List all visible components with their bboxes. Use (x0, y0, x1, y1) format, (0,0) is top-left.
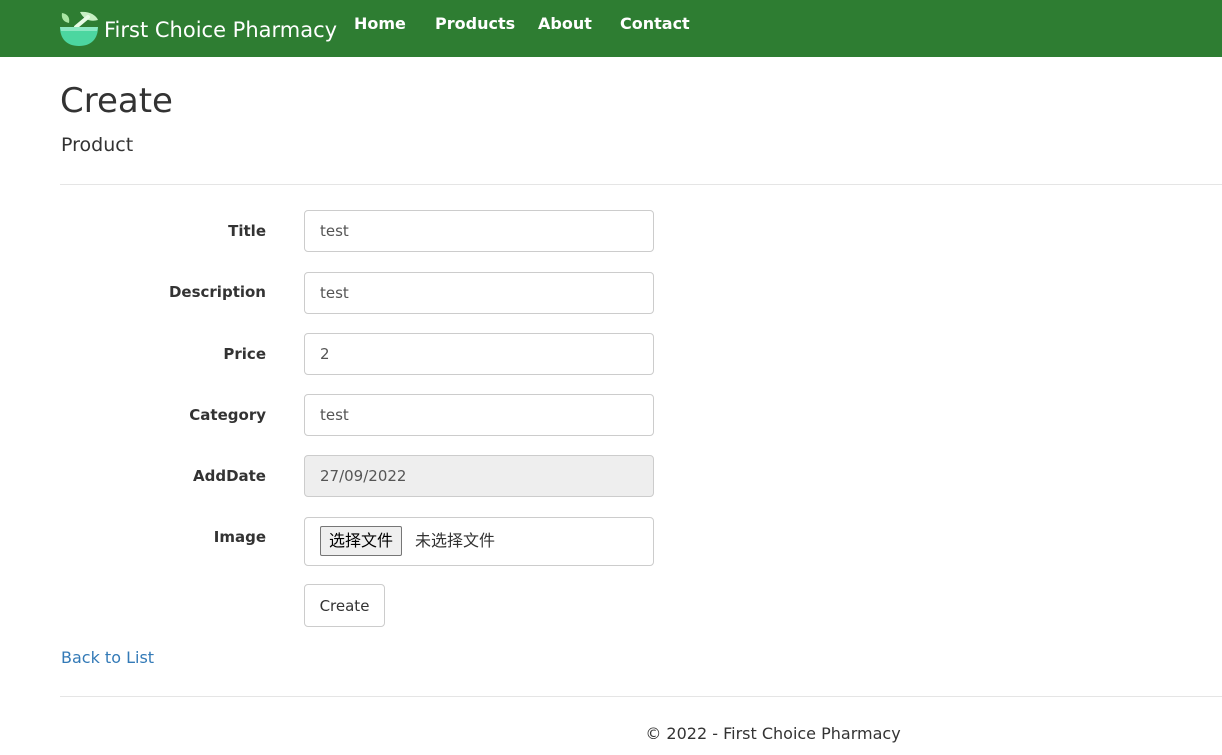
image-label: Image (213, 528, 266, 546)
brand-link[interactable]: First Choice Pharmacy (58, 10, 337, 50)
page-subtitle: Product (61, 134, 134, 156)
file-status-text: 未选择文件 (415, 531, 496, 550)
image-file-input[interactable]: 选择文件 未选择文件 (304, 517, 654, 566)
price-input[interactable] (304, 333, 654, 375)
adddate-input (304, 455, 654, 497)
footer-divider (60, 696, 1222, 697)
adddate-label: AddDate (192, 467, 266, 485)
category-label: Category (189, 406, 266, 424)
price-label: Price (223, 345, 266, 363)
leaf-bowl-icon (58, 10, 104, 50)
create-button[interactable]: Create (304, 584, 385, 627)
category-input[interactable] (304, 394, 654, 436)
footer-copyright: © 2022 - First Choice Pharmacy (645, 724, 901, 743)
nav-products-link[interactable]: Products (435, 14, 515, 34)
brand-name: First Choice Pharmacy (104, 18, 338, 42)
top-navbar: First Choice Pharmacy Home Products Abou… (0, 0, 1222, 57)
footer: © 2022 - First Choice Pharmacy (0, 0, 1222, 755)
page-title: Create (60, 81, 173, 121)
description-input[interactable] (304, 272, 654, 314)
description-label: Description (168, 283, 266, 301)
back-to-list-link[interactable]: Back to List (61, 648, 154, 668)
nav-about-link[interactable]: About (538, 14, 592, 34)
title-input[interactable] (304, 210, 654, 252)
header-divider (60, 184, 1222, 185)
nav-home-link[interactable]: Home (354, 14, 406, 34)
choose-file-button[interactable]: 选择文件 (320, 526, 403, 556)
nav-contact-link[interactable]: Contact (620, 14, 690, 34)
title-label: Title (228, 222, 266, 240)
